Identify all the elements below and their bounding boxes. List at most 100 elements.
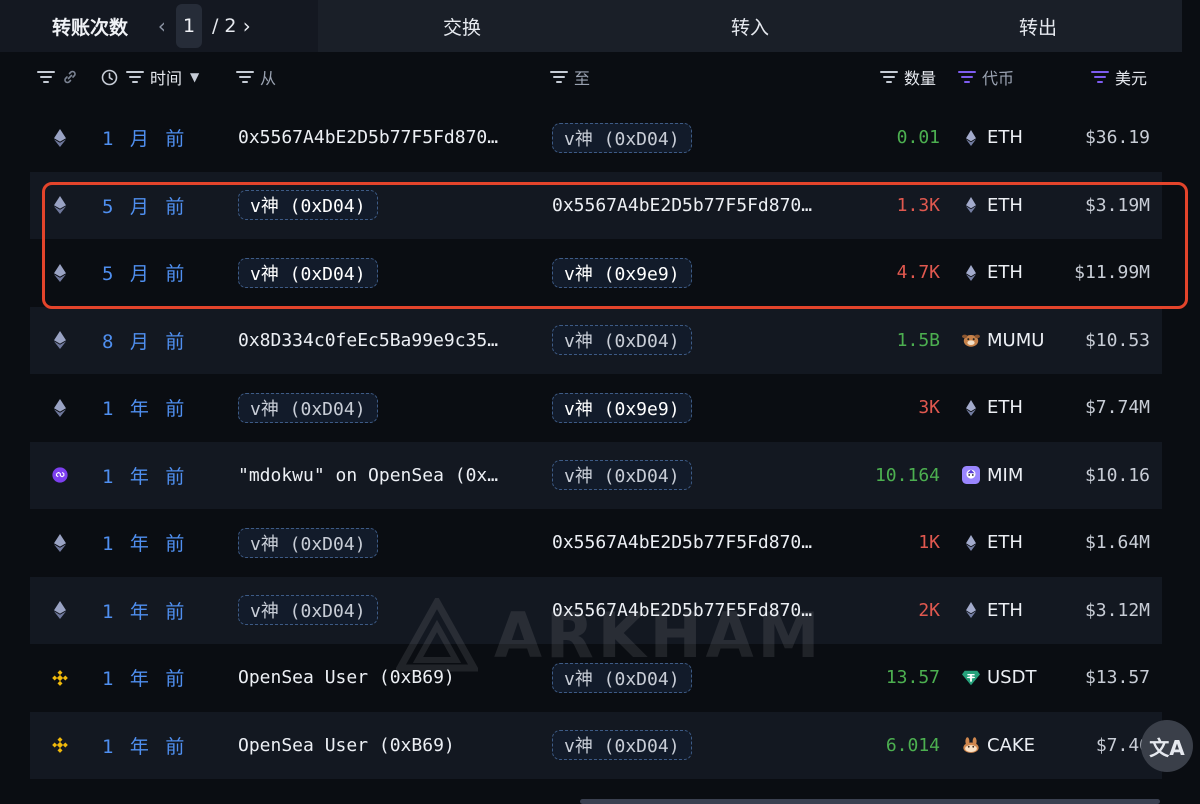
transfer-time[interactable]: 5 月 前 <box>102 239 185 307</box>
filter-icon[interactable] <box>550 70 568 84</box>
table-row[interactable]: 1 年 前 "mdokwu" on OpenSea (0x… v神 (0xD04) 1… <box>30 441 1162 510</box>
to-cell: v神 (0xD04) <box>552 442 692 510</box>
tab-transfers[interactable]: 转账次数 ‹ 1 / 2 › <box>0 0 318 52</box>
transfer-time[interactable]: 1 月 前 <box>102 104 185 172</box>
to-cell: v神 (0xD04) <box>552 712 692 780</box>
usdt-icon <box>962 644 980 712</box>
table-row[interactable]: 1 月 前 0x5567A4bE2D5b77F5Fd870… v神 (0xD04) 0… <box>30 104 1162 172</box>
entity-tag[interactable]: v神 (0x9e9) <box>552 392 692 423</box>
entity-tag[interactable]: v神 (0xD04) <box>552 662 692 693</box>
from-header-label: 从 <box>260 69 277 88</box>
usd-value: $13.57 <box>1084 667 1150 689</box>
table-row[interactable]: 5 月 前 v神 (0xD04) v神 (0x9e9) 4.7K ETH $11.99M <box>30 239 1162 307</box>
qty-header: 数量 <box>880 52 936 102</box>
token-symbol[interactable]: ETH <box>987 509 1023 577</box>
ethereum-icon <box>52 172 68 240</box>
token-symbol[interactable]: CAKE <box>987 712 1035 780</box>
from-cell: v神 (0xD04) <box>238 239 378 307</box>
token-symbol[interactable]: ETH <box>987 104 1023 172</box>
to-header: 至 <box>550 52 590 102</box>
bnb-chain-icon <box>52 644 68 712</box>
table-row[interactable]: 8 月 前 0x8D334c0feEc5Ba99e9c35… v神 (0xD04) 1… <box>30 306 1162 375</box>
tab-swap[interactable]: 交换 <box>318 0 606 52</box>
to-cell: 0x5567A4bE2D5b77F5Fd870… <box>552 577 812 645</box>
transfer-time[interactable]: 1 年 前 <box>102 577 185 645</box>
token-symbol[interactable]: ETH <box>987 577 1023 645</box>
to-cell: v神 (0x9e9) <box>552 239 692 307</box>
entity-tag[interactable]: v神 (0x9e9) <box>552 257 692 288</box>
usd-value: $3.19M <box>1084 194 1150 216</box>
address-link[interactable]: 0x5567A4bE2D5b77F5Fd870… <box>552 195 812 216</box>
ethereum-icon <box>52 307 68 375</box>
tab-outflow[interactable]: 转出 <box>894 0 1182 52</box>
filter-icon[interactable] <box>126 70 144 84</box>
table-header: 时间 ▼ 从 至 数量 代币 美元 <box>30 52 1162 102</box>
transfer-time[interactable]: 1 年 前 <box>102 374 185 442</box>
table-row[interactable]: 1 年 前 OpenSea User (0xB69) v神 (0xD04) 13.57… <box>30 644 1162 712</box>
address-link[interactable]: OpenSea User (0xB69) <box>238 667 455 688</box>
filter-icon[interactable] <box>236 70 254 84</box>
cake-icon <box>962 712 980 780</box>
token-symbol[interactable]: ETH <box>987 172 1023 240</box>
token-symbol[interactable]: MUMU <box>987 307 1044 375</box>
entity-tag[interactable]: v神 (0xD04) <box>552 460 692 491</box>
table-row[interactable]: 5 月 前 v神 (0xD04) 0x5567A4bE2D5b77F5Fd870… 1… <box>30 171 1162 240</box>
polygon-icon <box>52 442 68 510</box>
link-icon[interactable] <box>62 69 78 85</box>
quantity-value: 10.164 <box>874 464 940 486</box>
table-row[interactable]: 1 年 前 v神 (0xD04) 0x5567A4bE2D5b77F5Fd870… 1… <box>30 509 1162 577</box>
transfer-time[interactable]: 1 年 前 <box>102 442 185 510</box>
token-symbol[interactable]: ETH <box>987 239 1023 307</box>
token-symbol[interactable]: USDT <box>987 644 1036 712</box>
usd-value: $3.12M <box>1084 599 1150 621</box>
entity-tag[interactable]: v神 (0xD04) <box>238 257 378 288</box>
entity-tag[interactable]: v神 (0xD04) <box>552 122 692 153</box>
token-symbol[interactable]: MIM <box>987 442 1023 510</box>
from-cell: v神 (0xD04) <box>238 509 378 577</box>
entity-tag[interactable]: v神 (0xD04) <box>552 730 692 761</box>
chevron-left-icon[interactable]: ‹ <box>152 14 172 38</box>
mumu-icon <box>962 307 980 375</box>
entity-tag[interactable]: v神 (0xD04) <box>238 190 378 221</box>
entity-tag[interactable]: v神 (0xD04) <box>238 595 378 626</box>
address-link[interactable]: 0x5567A4bE2D5b77F5Fd870… <box>552 600 812 621</box>
translate-button[interactable]: 文A <box>1141 720 1193 772</box>
table-row[interactable]: 1 年 前 v神 (0xD04) v神 (0x9e9) 3K ETH $7.74M <box>30 374 1162 442</box>
chevron-right-icon[interactable]: › <box>237 14 257 38</box>
caret-down-icon[interactable]: ▼ <box>190 70 199 84</box>
token-header-label: 代币 <box>982 69 1015 88</box>
quantity-value: 6.014 <box>885 734 940 756</box>
translate-icon: 文A <box>1149 735 1185 760</box>
transfer-time[interactable]: 5 月 前 <box>102 172 185 240</box>
transfer-time[interactable]: 8 月 前 <box>102 307 185 375</box>
from-cell: "mdokwu" on OpenSea (0x… <box>238 442 498 510</box>
address-link[interactable]: 0x5567A4bE2D5b77F5Fd870… <box>552 532 812 553</box>
time-header[interactable]: 时间 ▼ <box>101 52 199 102</box>
filter-icon[interactable] <box>880 70 898 84</box>
from-header: 从 <box>236 52 276 102</box>
address-link[interactable]: 0x5567A4bE2D5b77F5Fd870… <box>238 127 498 148</box>
usd-value: $36.19 <box>1084 127 1150 149</box>
ethereum-icon <box>52 104 68 172</box>
transfer-time[interactable]: 1 年 前 <box>102 712 185 780</box>
address-link[interactable]: "mdokwu" on OpenSea (0x… <box>238 465 498 486</box>
transfer-time[interactable]: 1 年 前 <box>102 509 185 577</box>
tab-inflow[interactable]: 转入 <box>606 0 894 52</box>
entity-tag[interactable]: v神 (0xD04) <box>238 527 378 558</box>
filter-icon[interactable] <box>37 70 55 84</box>
quantity-value: 13.57 <box>885 667 940 689</box>
table-row[interactable]: 1 年 前 OpenSea User (0xB69) v神 (0xD04) 6.014… <box>30 711 1162 780</box>
address-link[interactable]: OpenSea User (0xB69) <box>238 735 455 756</box>
filter-icon[interactable] <box>1091 70 1109 84</box>
transfer-time[interactable]: 1 年 前 <box>102 644 185 712</box>
table-row[interactable]: 1 年 前 v神 (0xD04) 0x5567A4bE2D5b77F5Fd870… 2… <box>30 576 1162 645</box>
entity-tag[interactable]: v神 (0xD04) <box>238 392 378 423</box>
page-current[interactable]: 1 <box>176 4 203 48</box>
token-header: 代币 <box>958 52 1014 102</box>
filter-icon[interactable] <box>958 70 976 84</box>
entity-tag[interactable]: v神 (0xD04) <box>552 325 692 356</box>
token-symbol[interactable]: ETH <box>987 374 1023 442</box>
address-link[interactable]: 0x8D334c0feEc5Ba99e9c35… <box>238 330 498 351</box>
quantity-value: 1.5B <box>896 329 940 351</box>
horizontal-scrollbar[interactable] <box>580 799 1160 804</box>
